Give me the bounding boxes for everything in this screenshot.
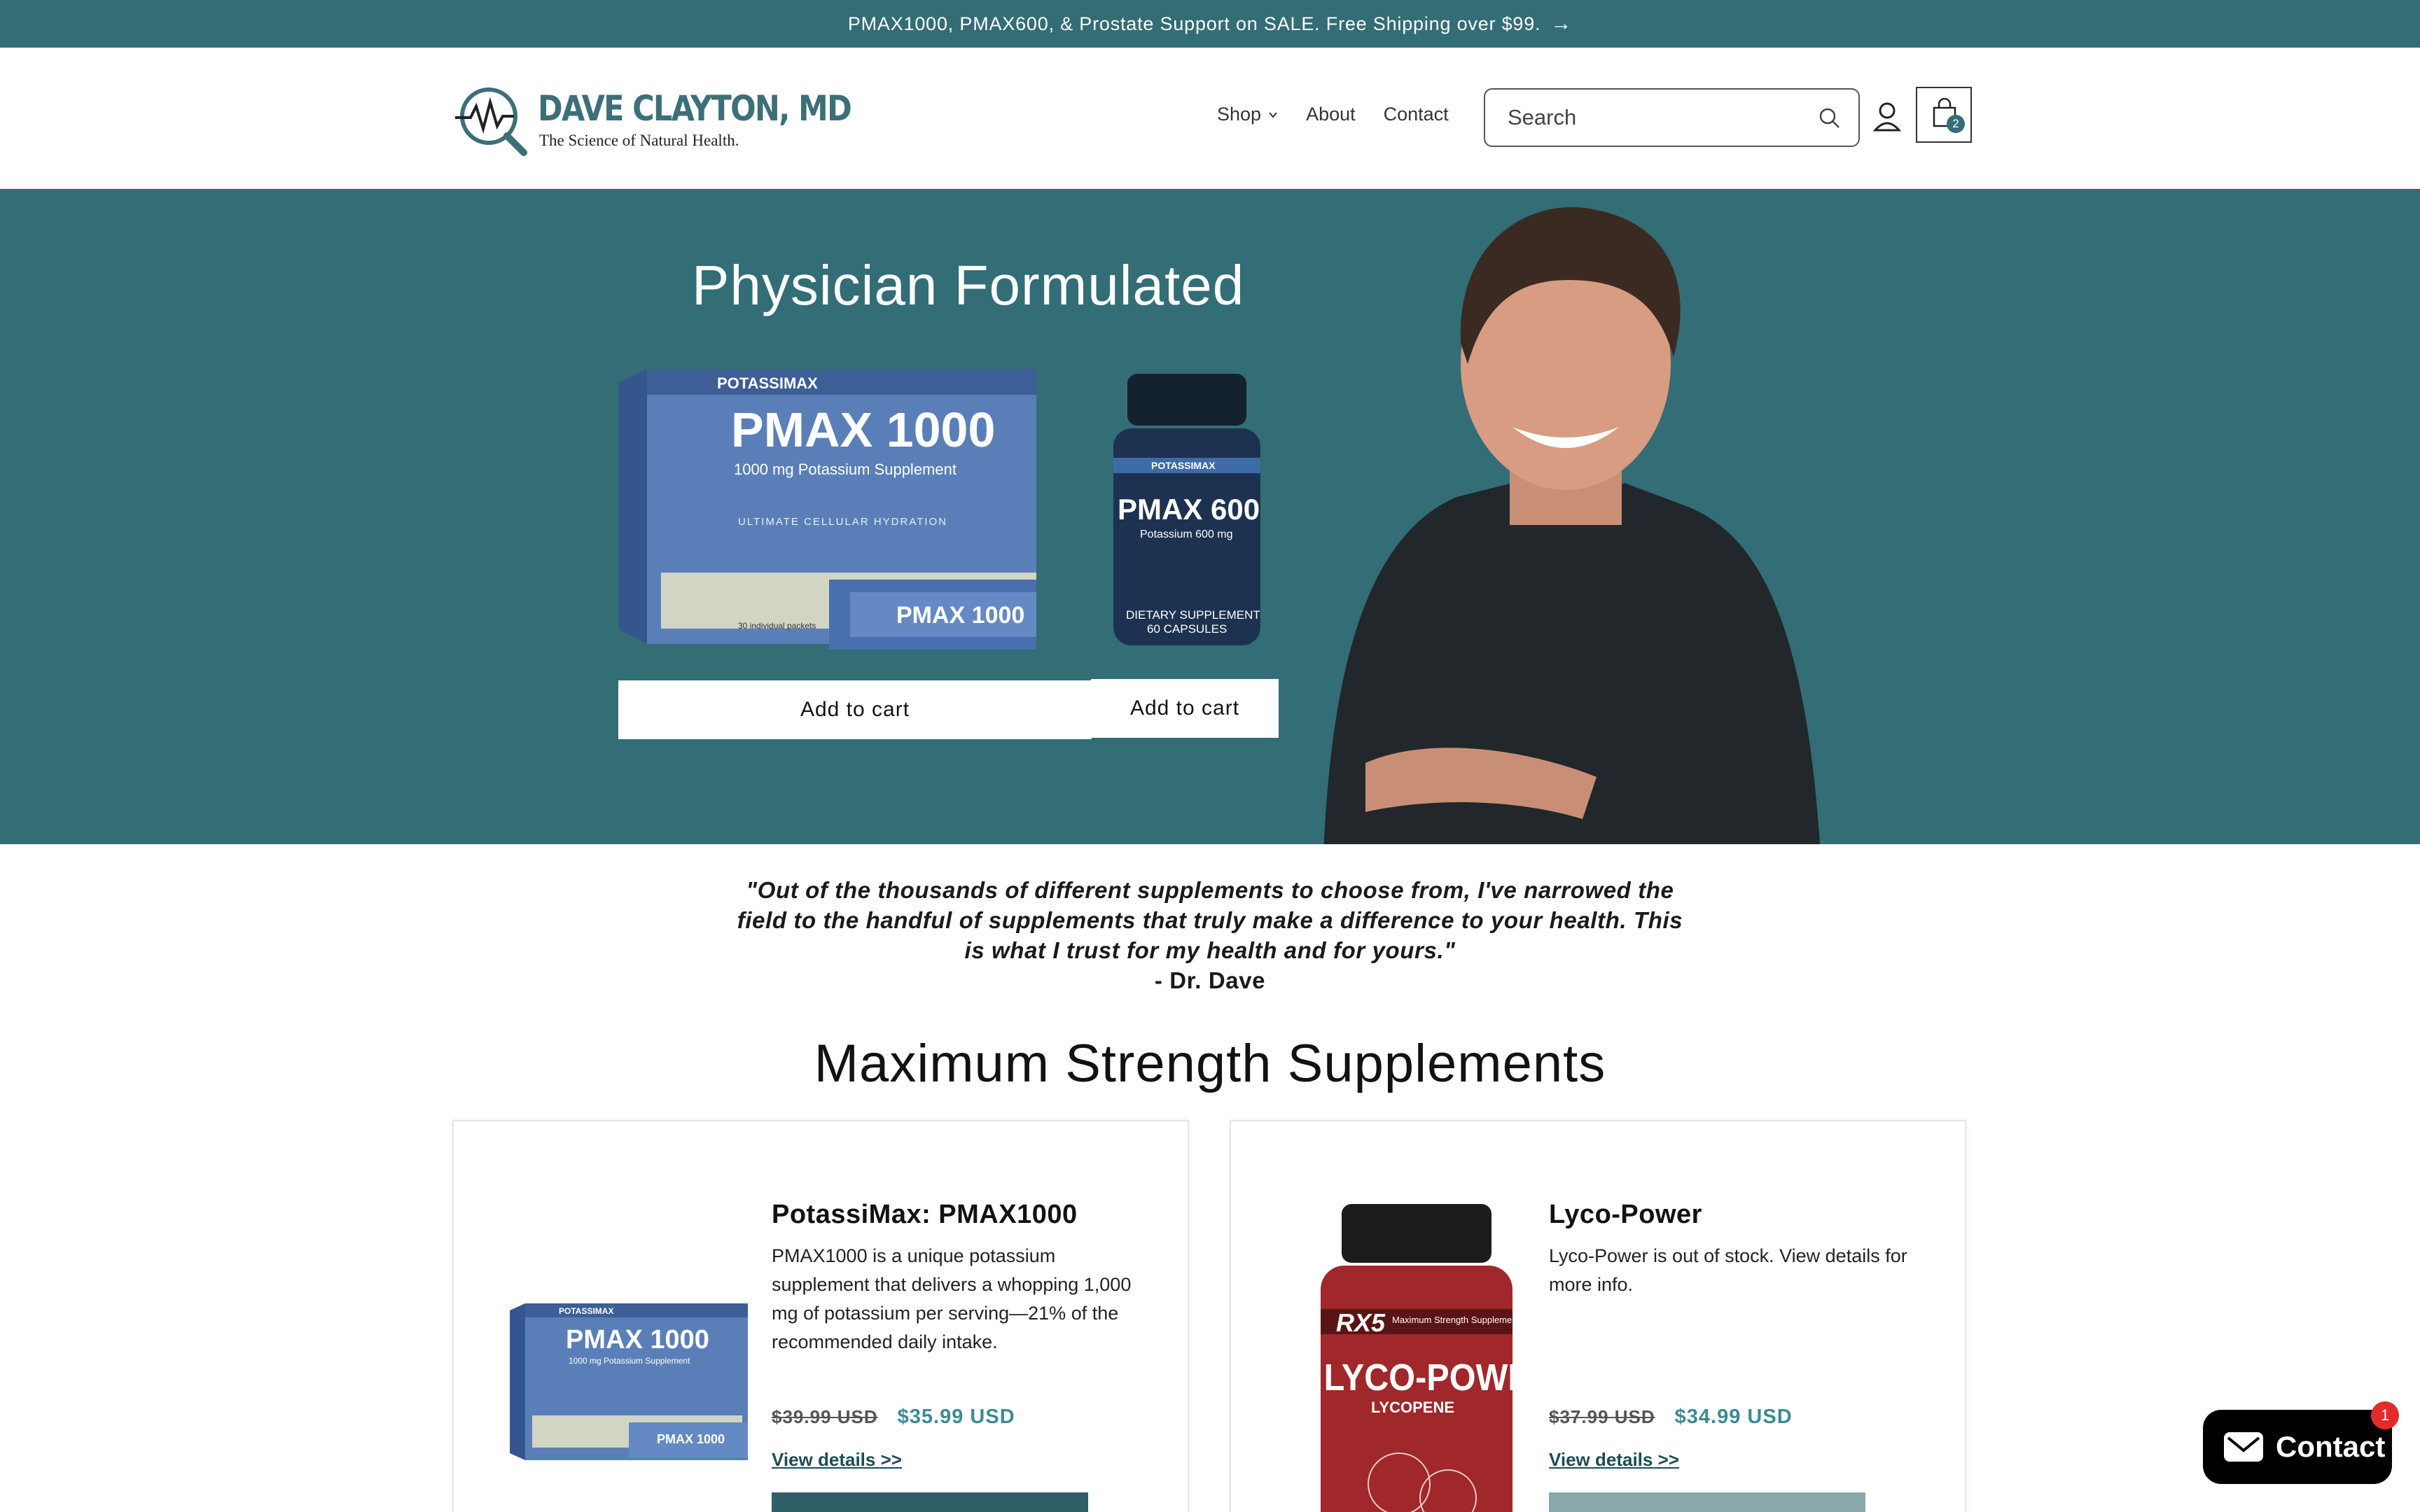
compare-at-price: $39.99 USD [772,1406,878,1427]
doctor-portrait-image [1323,206,1821,844]
main-nav: Shop About Contact [1217,104,1449,125]
quote-author: - Dr. Dave [1154,967,1266,993]
magnifier-heartbeat-icon [455,88,527,156]
chat-label: Contact [2276,1430,2386,1463]
section-title: Maximum Strength Supplements [814,1034,1606,1093]
view-details-link[interactable]: View details >> [1549,1449,1679,1471]
envelope-icon [2224,1432,2263,1462]
cart-count-badge: 2 [1947,115,1965,133]
product-card-pmax1000: POTASSIMAX PMAX 1000 1000 mg Potassium S… [452,1120,1189,1512]
logo-name: DAVE CLAYTON, MD [538,88,852,129]
product-title[interactable]: PotassiMax: PMAX1000 [772,1200,1078,1230]
bottle-tag: Maximum Strength Supplementation [1392,1315,1518,1325]
quote-line-1: "Out of the thousands of different suppl… [746,877,1674,903]
site-logo[interactable]: DAVE CLAYTON, MD The Science of Natural … [454,83,852,160]
card-packet-name: PMAX 1000 [657,1432,725,1446]
bottle-label2: 60 CAPSULES [1147,622,1227,636]
product-description: PMAX1000 is a unique potassium supplemen… [772,1245,1132,1352]
nav-about[interactable]: About [1306,104,1356,125]
nav-shop-label: Shop [1217,104,1262,125]
cart-button[interactable]: 2 [1916,87,1972,143]
bottle-sub: Potassium 600 mg [1140,528,1233,540]
bottle-name: PMAX 600 [1118,493,1260,526]
site-header: DAVE CLAYTON, MD The Science of Natural … [0,48,2420,189]
chevron-down-icon [1269,111,1277,118]
bottle-lyco-sub: LYCOPENE [1371,1399,1454,1416]
pmax1000-product-image[interactable]: POTASSIMAX PMAX 1000 1000 mg Potassium S… [510,1303,748,1464]
bottle-lyco-name: LYCO-POWER [1324,1356,1518,1399]
bottle-brand: POTASSIMAX [1151,460,1216,471]
box-packets: 30 individual packets [738,621,816,631]
pmax600-bottle-image[interactable]: POTASSIMAX PMAX 600 Potassium 600 mg DIE… [1109,374,1265,648]
bottle-label1: DIETARY SUPPLEMENT [1126,608,1260,622]
sold-out-button[interactable] [1549,1492,1865,1512]
packet-name: PMAX 1000 [896,602,1024,629]
bottle-rx5: RX5 [1336,1308,1386,1337]
nav-contact-label: Contact [1383,104,1449,125]
quote-line-2: field to the handful of supplements that… [737,907,1683,933]
card-box-sub: 1000 mg Potassium Supplement [569,1356,690,1366]
add-to-cart-pmax1000-button[interactable]: Add to cart [618,680,1092,739]
price-group: $39.99 USD $35.99 USD [772,1406,1015,1429]
add-to-cart-button[interactable] [772,1492,1088,1512]
logo-tagline: The Science of Natural Health. [539,132,739,149]
arrow-right-icon: → [1550,12,1573,35]
nav-contact[interactable]: Contact [1384,104,1449,125]
announcement-text[interactable]: PMAX1000, PMAX600, & Prostate Support on… [848,13,1541,35]
nav-shop[interactable]: Shop [1217,104,1278,125]
box-brand: POTASSIMAX [717,374,818,392]
search-icon[interactable] [1816,105,1843,132]
hero-banner: Physician Formulated POTASSIMAX PMAX 100… [0,189,2420,844]
lyco-power-bottle-image[interactable]: RX5 Maximum Strength Supplementation LYC… [1315,1204,1518,1512]
box-ribbon: ULTIMATE CELLULAR HYDRATION [738,516,947,528]
product-card-lyco-power: RX5 Maximum Strength Supplementation LYC… [1230,1120,1966,1512]
sale-price: $35.99 USD [897,1406,1015,1428]
sale-price: $34.99 USD [1674,1406,1793,1428]
pmax1000-box-image[interactable]: POTASSIMAX PMAX 1000 1000 mg Potassium S… [619,370,1036,650]
contact-chat-button[interactable]: Contact 1 [2203,1401,2399,1484]
view-details-link[interactable]: View details >> [772,1449,902,1471]
compare-at-price: $37.99 USD [1549,1406,1655,1427]
chat-notification-badge: 1 [2371,1401,2399,1429]
account-icon[interactable] [1870,99,1905,136]
product-title[interactable]: Lyco-Power [1549,1200,1702,1230]
product-description: Lyco-Power is out of stock. View details… [1549,1245,1907,1295]
nav-about-label: About [1306,104,1356,125]
quote-line-3: is what I trust for my health and for yo… [964,937,1456,963]
price-group: $37.99 USD $34.99 USD [1549,1406,1793,1429]
add-to-cart-pmax600-button[interactable]: Add to cart [1091,679,1279,738]
box-name: PMAX 1000 [731,402,995,457]
card-box-brand: POTASSIMAX [559,1306,613,1316]
founder-quote: "Out of the thousands of different suppl… [0,875,2420,995]
hero-title: Physician Formulated [692,254,1245,316]
card-box-name: PMAX 1000 [566,1325,709,1354]
search-placeholder: Search [1508,105,1577,130]
search-input[interactable]: Search [1484,88,1860,147]
box-sub: 1000 mg Potassium Supplement [734,461,957,478]
announcement-bar[interactable]: PMAX1000, PMAX600, & Prostate Support on… [0,0,2420,48]
